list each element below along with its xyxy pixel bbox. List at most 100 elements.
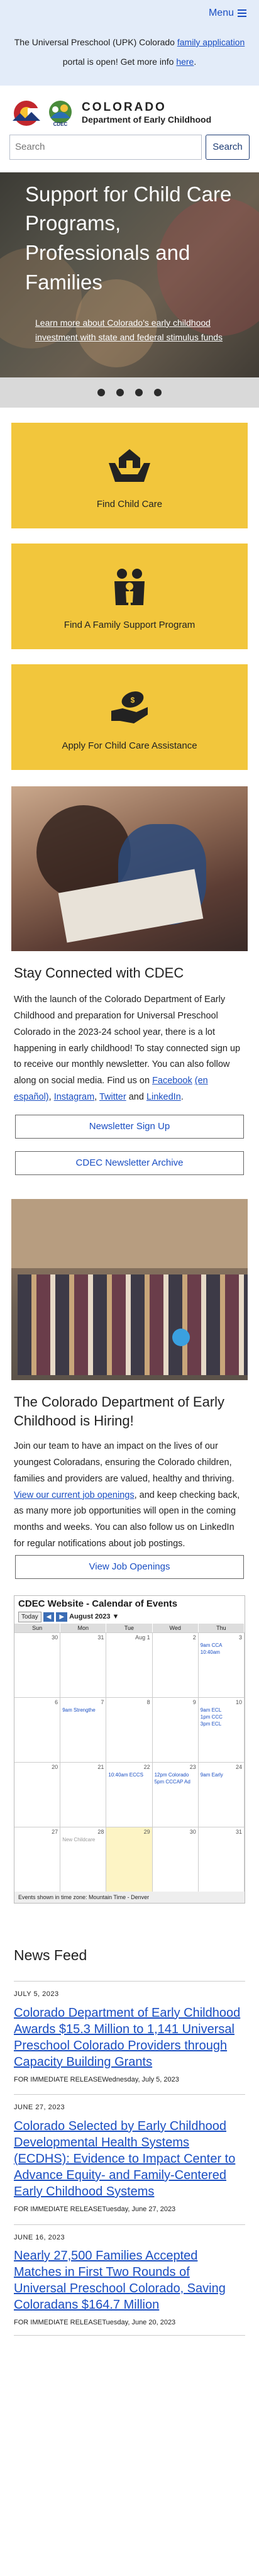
family-application-link[interactable]: family application xyxy=(177,37,245,47)
view-job-openings-button[interactable]: View Job Openings xyxy=(15,1554,244,1579)
more-info-link[interactable]: here xyxy=(176,57,194,67)
calendar-event[interactable]: 1pm CCC xyxy=(201,1714,242,1720)
day-number: Aug 1 xyxy=(135,1634,150,1641)
dow-header: Mon xyxy=(60,1624,107,1633)
hero-slider[interactable]: Support for Child Care Programs, Profess… xyxy=(0,172,259,377)
job-openings-link[interactable]: View our current job openings xyxy=(14,1490,135,1500)
calendar-event[interactable]: 5pm CCCAP Ad xyxy=(155,1778,196,1785)
day-number: 6 xyxy=(55,1699,58,1706)
staff-group-photo xyxy=(11,1198,248,1380)
calendar-day[interactable]: 23 12pm Colorado 5pm CCCAP Ad xyxy=(152,1762,199,1827)
newsletter-signup-button[interactable]: Newsletter Sign Up xyxy=(15,1114,244,1139)
month-dropdown-icon[interactable]: ▼ xyxy=(113,1612,119,1623)
calendar-day[interactable]: 8 xyxy=(106,1697,153,1763)
logo-title: COLORADO xyxy=(82,100,167,114)
calendar-day[interactable]: 31 xyxy=(60,1632,107,1698)
slide-dot-2[interactable] xyxy=(116,388,124,396)
calendar-event[interactable]: 9am Early xyxy=(201,1771,242,1778)
instagram-link[interactable]: Instagram xyxy=(54,1092,94,1102)
reading-photo xyxy=(11,786,248,951)
svg-text:CDEC: CDEC xyxy=(53,121,68,127)
calendar-event[interactable]: 9am CCA xyxy=(201,1642,242,1649)
day-number: 2 xyxy=(192,1634,196,1641)
slide-dot-3[interactable] xyxy=(135,388,143,396)
tile-child-care-assistance[interactable]: $ Apply For Child Care Assistance xyxy=(11,664,248,770)
calendar-day[interactable]: 7 9am Strengthe xyxy=(60,1697,107,1763)
svg-text:$: $ xyxy=(131,696,135,705)
dow-header: Wed xyxy=(152,1624,199,1633)
day-number: 27 xyxy=(52,1829,58,1836)
day-number: 30 xyxy=(52,1634,58,1641)
calendar-day[interactable]: 3 9am CCA 10:40am xyxy=(198,1632,245,1698)
slide-dot-4[interactable] xyxy=(154,388,162,396)
search-input[interactable] xyxy=(9,134,202,160)
news-title-link[interactable]: Colorado Department of Early Childhood A… xyxy=(14,2006,240,2069)
news-feed-title: News Feed xyxy=(14,1947,87,1964)
menu-button[interactable]: Menu xyxy=(209,5,246,21)
slide-dot-1[interactable] xyxy=(97,388,105,396)
calendar-event[interactable]: 3pm ECL xyxy=(201,1720,242,1727)
logo-text: COLORADO Department of Early Childhood xyxy=(82,101,211,125)
day-number: 23 xyxy=(189,1764,196,1771)
calendar-event[interactable]: 9am ECL xyxy=(201,1707,242,1714)
day-number: 3 xyxy=(238,1634,242,1641)
news-date: JUNE 27, 2023 xyxy=(14,2104,65,2112)
newsletter-archive-button[interactable]: CDEC Newsletter Archive xyxy=(15,1151,244,1175)
calendar-today-button[interactable]: Today xyxy=(18,1612,41,1623)
calendar-event[interactable]: 10:40am xyxy=(201,1649,242,1656)
dow-header: Thu xyxy=(198,1624,245,1633)
calendar-day[interactable]: 31 xyxy=(198,1827,245,1892)
news-date: JUNE 16, 2023 xyxy=(14,2233,65,2241)
cdec-badge-icon: CDEC xyxy=(49,100,72,127)
announcement-banner: The Universal Preschool (UPK) Colorado f… xyxy=(0,26,259,86)
calendar-prev-button[interactable]: ◀ xyxy=(43,1612,55,1622)
calendar-day[interactable]: 20 xyxy=(14,1762,61,1827)
calendar-event[interactable]: 9am Strengthe xyxy=(62,1707,104,1714)
calendar-day[interactable]: 9 xyxy=(152,1697,199,1763)
calendar-next-button[interactable]: ▶ xyxy=(56,1612,68,1622)
calendar-day[interactable]: 27 xyxy=(14,1827,61,1892)
hiring-paragraph: Join our team to have an impact on the l… xyxy=(14,1441,234,1484)
colorado-c-logo-icon xyxy=(13,100,41,126)
tile-label[interactable]: Find Child Care xyxy=(97,497,162,512)
search-button[interactable]: Search xyxy=(206,134,250,160)
day-number: 20 xyxy=(52,1764,58,1771)
hiring-text: Join our team to have an impact on the l… xyxy=(0,1439,259,1553)
news-title-link[interactable]: Colorado Selected by Early Childhood Dev… xyxy=(14,2119,235,2199)
calendar-event[interactable]: 10:40am ECCS xyxy=(108,1771,150,1778)
twitter-link[interactable]: Twitter xyxy=(99,1092,126,1102)
tile-family-support[interactable]: Find A Family Support Program xyxy=(11,543,248,649)
hands-house-icon xyxy=(109,449,150,482)
facebook-link[interactable]: Facebook xyxy=(152,1076,192,1086)
calendar-day[interactable]: 2 xyxy=(152,1632,199,1698)
announcement-text-2: portal is open! Get more info xyxy=(62,56,174,67)
news-title-link[interactable]: Nearly 27,500 Families Accepted Matches … xyxy=(14,2249,226,2312)
calendar-day-today[interactable]: 29 xyxy=(106,1827,153,1892)
calendar-day[interactable]: 6 xyxy=(14,1697,61,1763)
tile-find-child-care[interactable]: Find Child Care xyxy=(11,422,248,528)
site-logo[interactable]: CDEC COLORADO Department of Early Childh… xyxy=(0,86,259,135)
calendar-event[interactable]: New Childcare xyxy=(62,1836,104,1843)
menu-label[interactable]: Menu xyxy=(209,5,234,21)
calendar-event[interactable]: 12pm Colorado xyxy=(155,1771,196,1778)
announcement-period: . xyxy=(194,56,197,67)
news-release-line: FOR IMMEDIATE RELEASEWednesday, July 5, … xyxy=(14,2075,179,2083)
calendar-day[interactable]: 30 xyxy=(14,1632,61,1698)
hero-link[interactable]: Learn more about Colorado's early childh… xyxy=(35,316,228,346)
stay-connected-paragraph: With the launch of the Colorado Departme… xyxy=(14,995,241,1086)
tile-label[interactable]: Find A Family Support Program xyxy=(64,618,195,633)
dow-header: Sun xyxy=(14,1624,61,1633)
calendar-day[interactable]: 10 9am ECL 1pm CCC 3pm ECL xyxy=(198,1697,245,1763)
dow-header: Tue xyxy=(106,1624,153,1633)
hamburger-icon[interactable] xyxy=(238,9,246,17)
linkedin-link[interactable]: LinkedIn xyxy=(146,1092,181,1102)
stay-connected-text: With the launch of the Colorado Departme… xyxy=(14,995,241,1103)
calendar-day[interactable]: 22 10:40am ECCS xyxy=(106,1762,153,1827)
calendar-day[interactable]: 30 xyxy=(152,1827,199,1892)
calendar-day[interactable]: 24 9am Early xyxy=(198,1762,245,1827)
calendar-day[interactable]: 28 New Childcare xyxy=(60,1827,107,1892)
tile-label[interactable]: Apply For Child Care Assistance xyxy=(62,739,197,754)
calendar-day[interactable]: 21 xyxy=(60,1762,107,1827)
calendar-day[interactable]: Aug 1 xyxy=(106,1632,153,1698)
calendar-title: CDEC Website - Calendar of Events xyxy=(18,1598,178,1609)
